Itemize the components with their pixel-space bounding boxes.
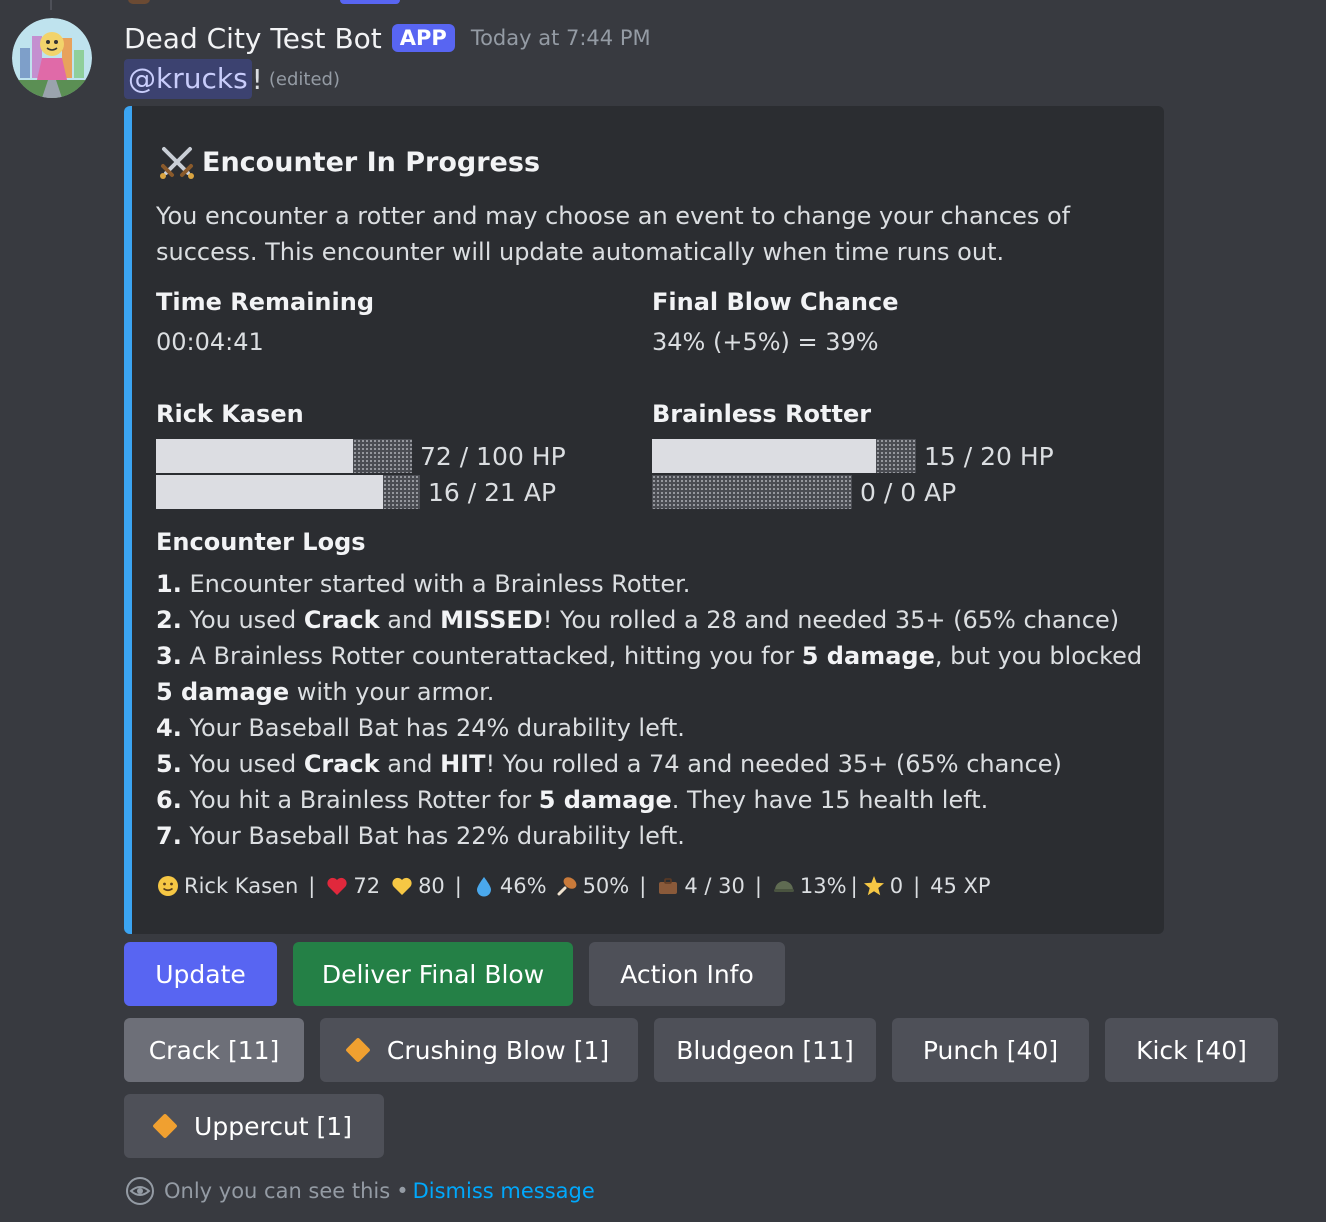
bar-fill bbox=[156, 475, 383, 509]
briefcase-icon bbox=[659, 878, 678, 894]
log-entry: 3. A Brainless Rotter counterattacked, h… bbox=[156, 642, 1143, 670]
bot-avatar[interactable] bbox=[12, 18, 92, 98]
bludgeon-button[interactable]: Bludgeon [11] bbox=[654, 1018, 876, 1082]
player-hp-bar bbox=[156, 439, 412, 473]
helmet-icon bbox=[773, 881, 794, 892]
player-hp-text: 72 / 100 HP bbox=[420, 441, 566, 471]
orange-diamond-icon bbox=[345, 1037, 371, 1063]
time-remaining-value: 00:04:41 bbox=[156, 328, 264, 356]
status-separator: | bbox=[850, 874, 858, 898]
orange-diamond-icon bbox=[152, 1113, 178, 1139]
log-entry-continued: 5 damage with your armor. bbox=[156, 678, 495, 706]
final-blow-label: Final Blow Chance bbox=[652, 288, 899, 316]
status-player-name: Rick Kasen bbox=[184, 874, 299, 898]
encounter-embed: Encounter In Progress You encounter a ro… bbox=[124, 106, 1164, 934]
embed-title: Encounter In Progress bbox=[158, 142, 540, 182]
chat-view: Dead City Test Bot APP Today at 7:44 PM … bbox=[0, 0, 1326, 1222]
mention-suffix: ! bbox=[251, 62, 263, 96]
edited-label: (edited) bbox=[268, 68, 341, 90]
player-ap-row: 16 / 21 AP bbox=[156, 474, 556, 510]
status-separator: | bbox=[913, 874, 921, 898]
kick-button[interactable]: Kick [40] bbox=[1105, 1018, 1278, 1082]
bar-empty bbox=[353, 439, 412, 473]
crushing-blow-button[interactable]: Crushing Blow [1] bbox=[320, 1018, 638, 1082]
visibility-note: Only you can see this bbox=[164, 1179, 391, 1203]
dismiss-message-link[interactable]: Dismiss message bbox=[413, 1179, 595, 1203]
status-water: 46% bbox=[499, 874, 547, 898]
player-ap-bar bbox=[156, 475, 420, 509]
status-food: 50% bbox=[582, 874, 630, 898]
bar-empty bbox=[876, 439, 916, 473]
crushing-blow-label: Crushing Blow [1] bbox=[386, 1035, 610, 1065]
embed-description: You encounter a rotter and may choose an… bbox=[156, 202, 1071, 266]
deliver-final-blow-button[interactable]: Deliver Final Blow bbox=[293, 942, 573, 1006]
player-hp-row: 72 / 100 HP bbox=[156, 438, 566, 474]
bar-empty bbox=[383, 475, 420, 509]
status-separator: | bbox=[454, 874, 462, 898]
user-mention[interactable]: @krucks bbox=[124, 59, 252, 99]
update-button[interactable]: Update bbox=[124, 942, 277, 1006]
star-icon bbox=[863, 876, 884, 896]
enemy-hp-row: 15 / 20 HP bbox=[652, 438, 1054, 474]
player-ap-text: 16 / 21 AP bbox=[428, 477, 557, 507]
red-heart-icon bbox=[327, 877, 347, 895]
smiley-icon bbox=[158, 876, 178, 896]
bar-empty bbox=[652, 475, 852, 509]
log-entry: 1. Encounter started with a Brainless Ro… bbox=[156, 570, 691, 598]
log-entry: 2. You used Crack and MISSED! You rolled… bbox=[156, 606, 1120, 634]
crack-button[interactable]: Crack [11] bbox=[124, 1018, 304, 1082]
enemy-hp-text: 15 / 20 HP bbox=[924, 441, 1054, 471]
previous-message-fragment bbox=[128, 0, 150, 4]
enemy-ap-text: 0 / 0 AP bbox=[860, 477, 957, 507]
player-status-line: Rick Kasen | 72 80 | 46% 50% | 4 / 30 | … bbox=[156, 868, 991, 904]
status-armor: 13% bbox=[799, 874, 847, 898]
message-header: Dead City Test Bot APP Today at 7:44 PM bbox=[124, 18, 651, 58]
final-blow-value: 34% (+5%) = 39% bbox=[652, 328, 879, 356]
uppercut-label: Uppercut [1] bbox=[194, 1111, 352, 1141]
punch-button[interactable]: Punch [40] bbox=[892, 1018, 1089, 1082]
status-separator: | bbox=[639, 874, 647, 898]
drumstick-icon bbox=[557, 877, 576, 896]
logs-title: Encounter Logs bbox=[156, 528, 366, 556]
status-separator: | bbox=[754, 874, 762, 898]
embed-title-text: Encounter In Progress bbox=[202, 146, 541, 178]
crossed-swords-icon bbox=[160, 147, 194, 179]
enemy-ap-bar bbox=[652, 475, 852, 509]
thread-line bbox=[50, 0, 52, 10]
enemy-name: Brainless Rotter bbox=[652, 400, 872, 428]
player-name: Rick Kasen bbox=[156, 400, 304, 428]
time-remaining-label: Time Remaining bbox=[156, 288, 375, 316]
enemy-hp-bar bbox=[652, 439, 916, 473]
log-entry: 5. You used Crack and HIT! You rolled a … bbox=[156, 750, 1062, 778]
status-separator: | bbox=[308, 874, 316, 898]
author-name[interactable]: Dead City Test Bot bbox=[124, 22, 382, 55]
bar-fill bbox=[156, 439, 353, 473]
status-health: 72 bbox=[353, 874, 381, 898]
encounter-logs: 1. Encounter started with a Brainless Ro… bbox=[156, 566, 1143, 854]
footer-dot: • bbox=[396, 1179, 409, 1203]
app-badge: APP bbox=[391, 24, 455, 52]
action-info-button[interactable]: Action Info bbox=[589, 942, 785, 1006]
ephemeral-footer: Only you can see this • Dismiss message bbox=[124, 1174, 595, 1208]
status-stamina: 80 bbox=[418, 874, 445, 898]
message-timestamp[interactable]: Today at 7:44 PM bbox=[471, 26, 651, 50]
yellow-heart-icon bbox=[392, 877, 412, 895]
droplet-icon bbox=[476, 877, 491, 897]
message-content: @krucks ! (edited) bbox=[124, 58, 340, 100]
log-entry: 7. Your Baseball Bat has 22% durability … bbox=[156, 822, 685, 850]
bar-fill bbox=[652, 439, 876, 473]
log-entry: 4. Your Baseball Bat has 24% durability … bbox=[156, 714, 685, 742]
log-entry: 6. You hit a Brainless Rotter for 5 dama… bbox=[156, 786, 989, 814]
eye-icon bbox=[126, 1177, 154, 1205]
uppercut-button[interactable]: Uppercut [1] bbox=[124, 1094, 384, 1158]
status-stars: 0 bbox=[889, 874, 904, 898]
enemy-ap-row: 0 / 0 AP bbox=[652, 474, 956, 510]
status-inventory: 4 / 30 bbox=[684, 874, 745, 898]
previous-message-fragment bbox=[340, 0, 400, 4]
status-xp: 45 XP bbox=[930, 874, 991, 898]
